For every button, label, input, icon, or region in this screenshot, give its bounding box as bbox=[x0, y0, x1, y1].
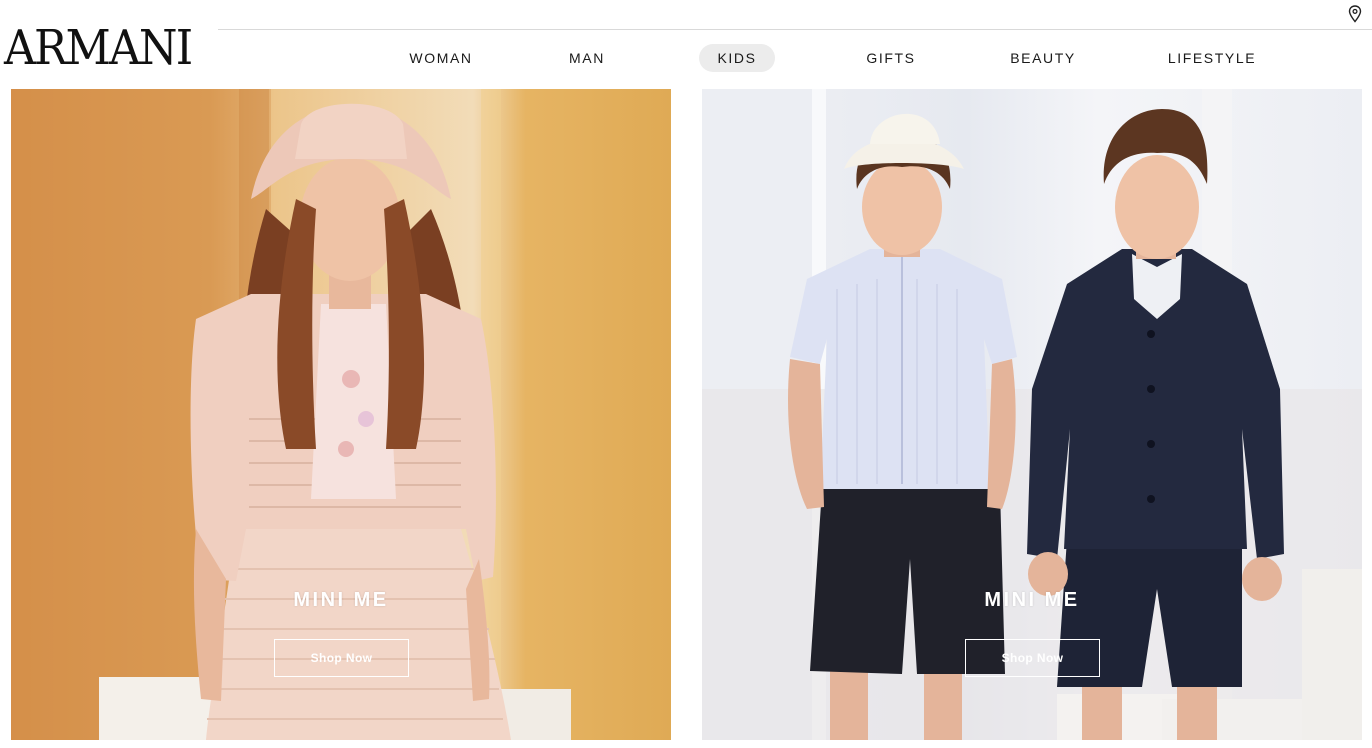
shop-now-button[interactable]: Shop Now bbox=[965, 639, 1100, 677]
promo-card-boys[interactable]: MINI ME Shop Now bbox=[702, 89, 1362, 740]
nav-item-woman[interactable]: WOMAN bbox=[398, 44, 484, 72]
main-navigation: WOMAN MAN KIDS GIFTS BEAUTY LIFESTYLE bbox=[0, 44, 1372, 74]
location-pin-icon[interactable] bbox=[1348, 5, 1362, 23]
promo-title: MINI ME bbox=[984, 589, 1080, 611]
nav-item-gifts[interactable]: GIFTS bbox=[855, 44, 927, 72]
nav-item-man[interactable]: MAN bbox=[556, 44, 618, 72]
header-divider bbox=[218, 29, 1372, 30]
promo-card-girl[interactable]: MINI ME Shop Now bbox=[11, 89, 671, 740]
nav-item-beauty[interactable]: BEAUTY bbox=[1000, 44, 1086, 72]
nav-item-lifestyle[interactable]: LIFESTYLE bbox=[1160, 44, 1264, 72]
shop-now-button[interactable]: Shop Now bbox=[274, 639, 409, 677]
promo-title: MINI ME bbox=[293, 589, 389, 611]
nav-item-kids[interactable]: KIDS bbox=[699, 44, 775, 72]
